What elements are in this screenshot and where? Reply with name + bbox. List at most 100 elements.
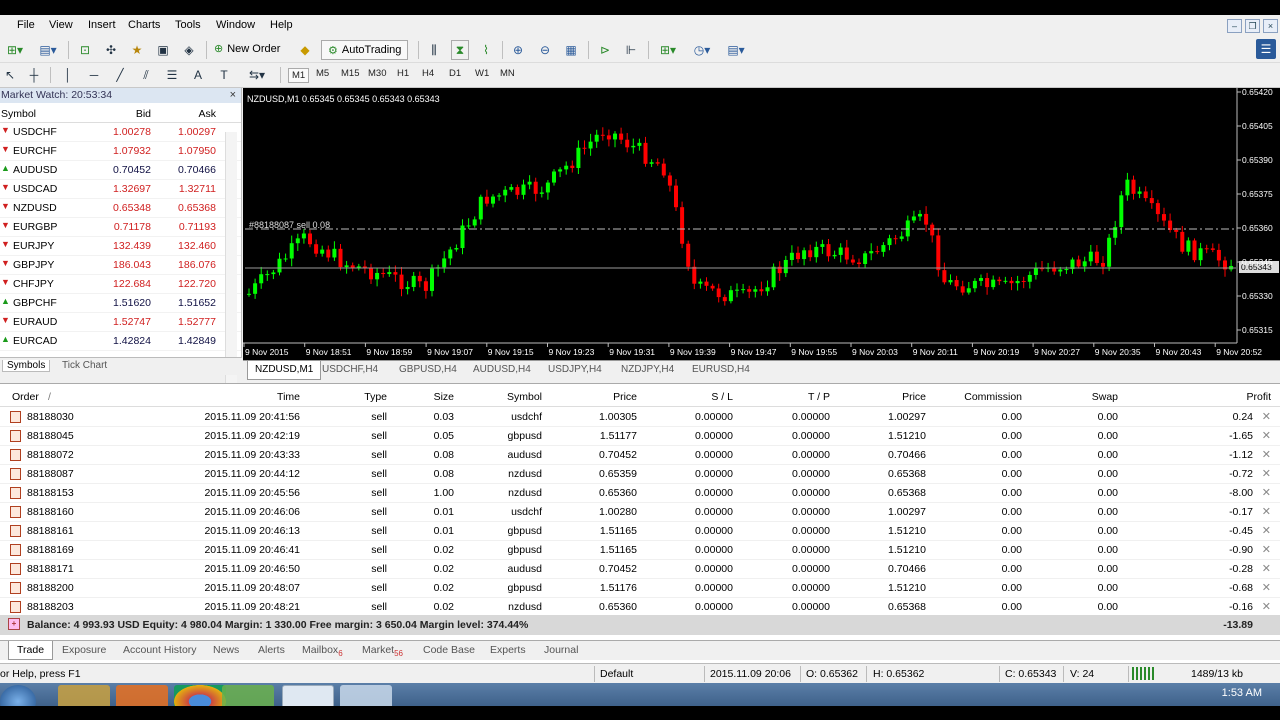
close-order-icon[interactable]: ✕: [1262, 600, 1271, 613]
metaeditor-icon[interactable]: ◆: [296, 40, 314, 60]
menu-window[interactable]: Window: [216, 19, 255, 31]
market-watch-row[interactable]: ▼ EURGBP 0.71178 0.71193: [0, 218, 241, 237]
column-size[interactable]: Size: [434, 391, 454, 403]
market-watch-row[interactable]: ▼ CHFJPY 122.684 122.720: [0, 275, 241, 294]
market-watch-scrollbar[interactable]: [225, 132, 237, 392]
tab-market[interactable]: Market56: [362, 644, 403, 658]
column-symbol[interactable]: Symbol: [1, 108, 36, 120]
column-type[interactable]: Type: [364, 391, 387, 403]
profiles-icon[interactable]: ▤▾: [34, 40, 62, 60]
fibonacci-icon[interactable]: ☰: [164, 65, 180, 85]
tile-windows-icon[interactable]: ▦: [562, 40, 580, 60]
table-row[interactable]: 88188087 2015.11.09 20:44:12 sell 0.08 nzdus…: [0, 465, 1280, 484]
close-order-icon[interactable]: ✕: [1262, 581, 1271, 594]
market-watch-row[interactable]: ▼ EURAUD 1.52747 1.52777: [0, 313, 241, 332]
market-watch-row[interactable]: ▲ EURCAD 1.42824 1.42849: [0, 332, 241, 351]
timeframe-m15[interactable]: M15: [341, 68, 359, 79]
column-symbol[interactable]: Symbol: [507, 391, 542, 403]
market-watch-row[interactable]: ▼ USDCHF 1.00278 1.00297: [0, 123, 241, 142]
column-price[interactable]: Price: [613, 391, 637, 403]
menu-file[interactable]: File: [17, 19, 35, 31]
tab-news[interactable]: News: [213, 644, 239, 656]
close-order-icon[interactable]: ✕: [1262, 429, 1271, 442]
tester-icon[interactable]: ◈: [180, 40, 198, 60]
market-watch-row[interactable]: ▼ NZDUSD 0.65348 0.65368: [0, 199, 241, 218]
close-order-icon[interactable]: ✕: [1262, 486, 1271, 499]
market-watch-row[interactable]: ▲ AUDUSD 0.70452 0.70466: [0, 161, 241, 180]
market-watch-row[interactable]: ▼ GBPJPY 186.043 186.076: [0, 256, 241, 275]
chart-tab[interactable]: NZDJPY,H4: [621, 364, 674, 375]
terminal-icon[interactable]: ▣: [154, 40, 172, 60]
community-icon[interactable]: ☰: [1256, 39, 1276, 59]
bar-chart-icon[interactable]: ⫼: [425, 40, 443, 60]
status-profile[interactable]: Default: [600, 668, 633, 680]
autotrading-button[interactable]: ⚙ AutoTrading: [321, 40, 409, 60]
horizontal-line-icon[interactable]: ─: [86, 65, 102, 85]
timeframe-m30[interactable]: M30: [368, 68, 386, 79]
table-row[interactable]: 88188169 2015.11.09 20:46:41 sell 0.02 gbpus…: [0, 541, 1280, 560]
restore-icon[interactable]: ❐: [1245, 19, 1260, 33]
column-commission[interactable]: Commission: [964, 391, 1022, 403]
chart-tab[interactable]: EURUSD,H4: [692, 364, 750, 375]
table-row[interactable]: 88188160 2015.11.09 20:46:06 sell 0.01 usdch…: [0, 503, 1280, 522]
vertical-line-icon[interactable]: │: [60, 65, 76, 85]
price-chart[interactable]: NZDUSD,M1 0.65345 0.65345 0.65343 0.6534…: [243, 87, 1280, 360]
chart-tab[interactable]: AUDUSD,H4: [473, 364, 531, 375]
clock[interactable]: 1:53 AM: [1222, 687, 1262, 699]
chart-tab[interactable]: GBPUSD,H4: [399, 364, 457, 375]
arrows-icon[interactable]: ⇆▾: [244, 65, 270, 85]
close-order-icon[interactable]: ✕: [1262, 448, 1271, 461]
close-order-icon[interactable]: ✕: [1262, 410, 1271, 423]
close-order-icon[interactable]: ✕: [1262, 562, 1271, 575]
timeframe-h1[interactable]: H1: [397, 68, 409, 79]
market-watch-row[interactable]: ▼ USDCAD 1.32697 1.32711: [0, 180, 241, 199]
menu-tools[interactable]: Tools: [175, 19, 201, 31]
menu-help[interactable]: Help: [270, 19, 293, 31]
timeframe-w1[interactable]: W1: [475, 68, 489, 79]
table-row[interactable]: 88188153 2015.11.09 20:45:56 sell 1.00 nzdus…: [0, 484, 1280, 503]
tab-exposure[interactable]: Exposure: [62, 644, 106, 656]
close-order-icon[interactable]: ✕: [1262, 524, 1271, 537]
favorites-icon[interactable]: ★: [128, 40, 146, 60]
timeframe-m5[interactable]: M5: [316, 68, 329, 79]
new-chart-icon[interactable]: ⊞▾: [2, 40, 28, 60]
tab-alerts[interactable]: Alerts: [258, 644, 285, 656]
trendline-icon[interactable]: ╱: [112, 65, 128, 85]
chart-tab[interactable]: USDJPY,H4: [548, 364, 602, 375]
menu-view[interactable]: View: [49, 19, 73, 31]
close-order-icon[interactable]: ✕: [1262, 505, 1271, 518]
table-row[interactable]: 88188161 2015.11.09 20:46:13 sell 0.01 gbpus…: [0, 522, 1280, 541]
column-ask[interactable]: Ask: [198, 108, 216, 120]
new-order-button[interactable]: ⊕ New Order: [214, 42, 280, 56]
tab-account-history[interactable]: Account History: [123, 644, 197, 656]
column-swap[interactable]: Swap: [1092, 391, 1118, 403]
chart-shift-icon[interactable]: ⊩: [622, 40, 640, 60]
market-watch-row[interactable]: ▲ GBPCHF 1.51620 1.51652: [0, 294, 241, 313]
table-row[interactable]: 88188045 2015.11.09 20:42:19 sell 0.05 gbpus…: [0, 427, 1280, 446]
text-icon[interactable]: A: [190, 65, 206, 85]
column-sl[interactable]: S / L: [711, 391, 733, 403]
close-order-icon[interactable]: ✕: [1262, 467, 1271, 480]
tab-experts[interactable]: Experts: [490, 644, 526, 656]
close-icon[interactable]: ×: [230, 88, 236, 103]
timeframe-mn[interactable]: MN: [500, 68, 515, 79]
text-label-icon[interactable]: T: [216, 65, 232, 85]
timeframe-d1[interactable]: D1: [449, 68, 461, 79]
autoscroll-icon[interactable]: ⊳: [596, 40, 614, 60]
tab-code-base[interactable]: Code Base: [423, 644, 475, 656]
channel-icon[interactable]: ⫽: [138, 65, 154, 85]
cursor-icon[interactable]: ↖: [2, 65, 18, 85]
templates-icon[interactable]: ▤▾: [722, 40, 750, 60]
table-row[interactable]: 88188030 2015.11.09 20:41:56 sell 0.03 usdch…: [0, 408, 1280, 427]
chart-tab[interactable]: USDCHF,H4: [322, 364, 378, 375]
menu-charts[interactable]: Charts: [128, 19, 160, 31]
table-row[interactable]: 88188171 2015.11.09 20:46:50 sell 0.02 audus…: [0, 560, 1280, 579]
tab-trade[interactable]: Trade: [8, 641, 54, 660]
tab-mailbox[interactable]: Mailbox6: [302, 644, 343, 658]
close-icon[interactable]: ×: [1263, 19, 1278, 33]
zoom-in-icon[interactable]: ⊕: [509, 40, 527, 60]
periods-icon[interactable]: ◷▾: [688, 40, 716, 60]
column-time[interactable]: Time: [277, 391, 300, 403]
market-watch-icon[interactable]: ⊡: [76, 40, 94, 60]
menu-insert[interactable]: Insert: [88, 19, 116, 31]
